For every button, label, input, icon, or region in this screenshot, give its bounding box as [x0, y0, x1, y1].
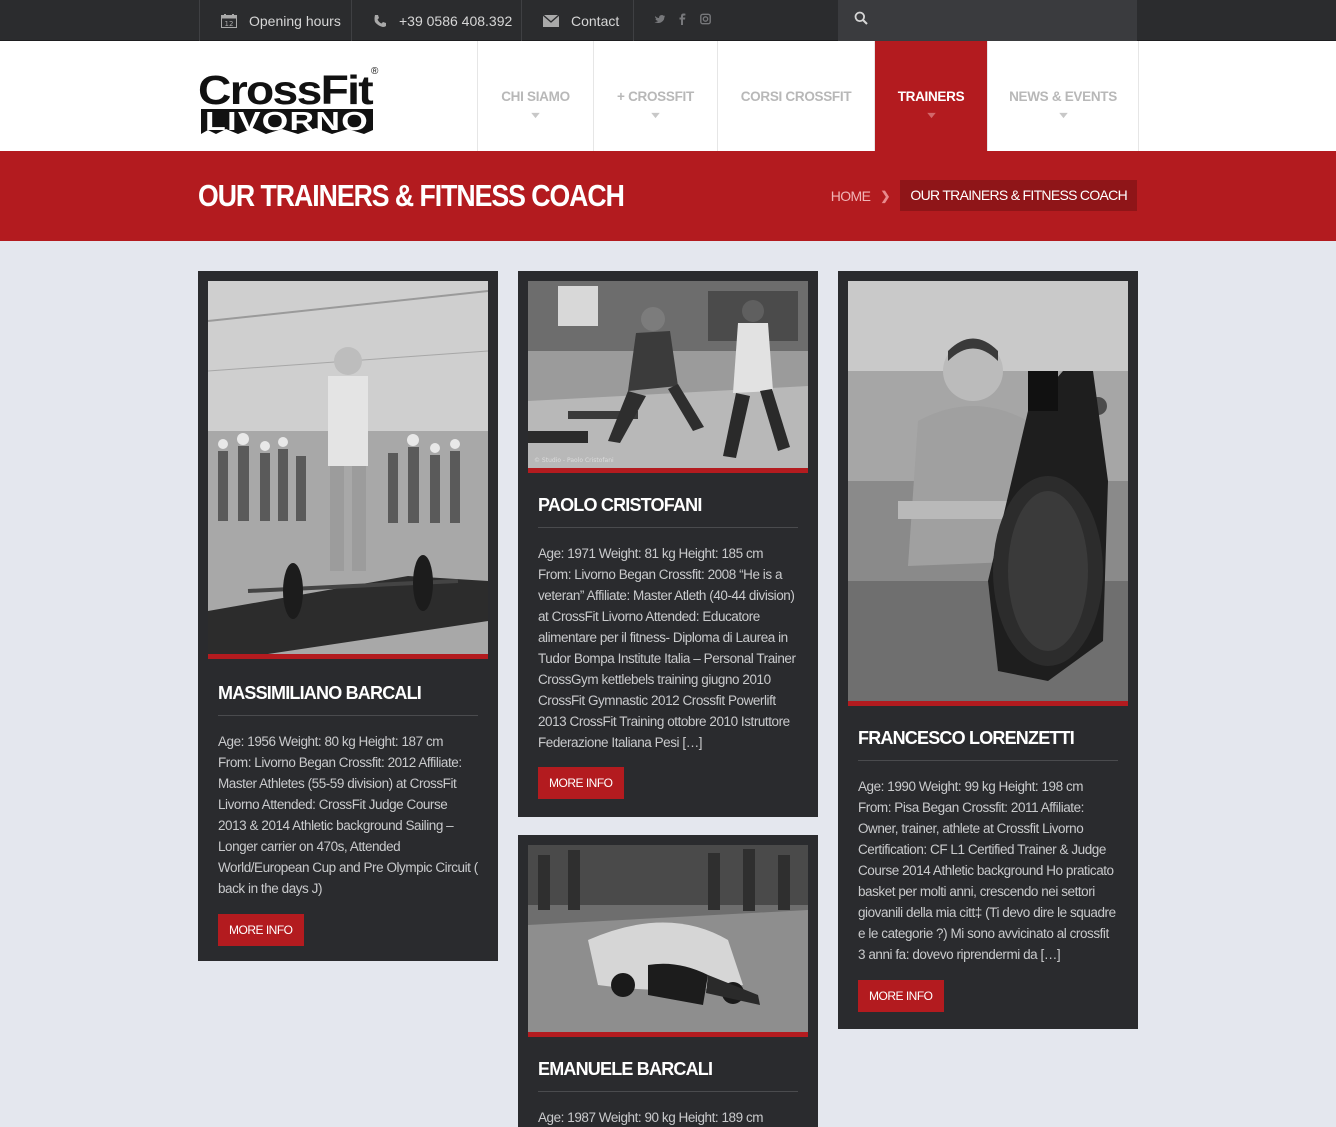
trainer-name[interactable]: FRANCESCO LORENZETTI — [858, 728, 1118, 761]
more-info-button[interactable]: MORE INFO — [218, 914, 304, 946]
nav-item-label: NEWS & EVENTS — [1009, 89, 1117, 104]
trainer-photo[interactable] — [208, 281, 488, 659]
trainer-bio: Age: 1971 Weight: 81 kg Height: 185 cm F… — [538, 546, 796, 750]
nav-item-trainers[interactable]: TRAINERS ▼ — [875, 41, 988, 151]
nav-item-corsi-crossfit[interactable]: CORSI CROSSFIT — [718, 41, 875, 151]
page-title: OUR TRAINERS & FITNESS COACH — [198, 178, 625, 213]
trainer-name[interactable]: MASSIMILIANO BARCALI — [218, 683, 478, 716]
opening-hours-label: Opening hours — [249, 12, 341, 29]
page-title-banner: OUR TRAINERS & FITNESS COACH HOME ❯ OUR … — [0, 151, 1336, 241]
nav-item-crossfit[interactable]: + CROSSFIT ▼ — [594, 41, 718, 151]
site-header: CrossFit ® LIVORNO CHI SIAMO ▼ + CROSSFI… — [0, 41, 1336, 151]
nav-item-label: TRAINERS — [897, 89, 965, 104]
trainer-card: EMANUELE BARCALI Age: 1987 Weight: 90 kg… — [518, 835, 818, 1127]
social-links — [654, 12, 711, 26]
breadcrumb: HOME ❯ OUR TRAINERS & FITNESS COACH — [831, 180, 1137, 211]
phone-icon — [373, 14, 387, 28]
breadcrumb-current: OUR TRAINERS & FITNESS COACH — [900, 180, 1137, 211]
trainer-photo[interactable]: © Studio - Paolo Cristofani — [528, 281, 808, 473]
trainer-bio: Age: 1956 Weight: 80 kg Height: 187 cm F… — [218, 734, 478, 896]
svg-text:12: 12 — [225, 20, 234, 28]
trainer-card: FRANCESCO LORENZETTI Age: 1990 Weight: 9… — [838, 271, 1138, 1029]
trainer-card: MASSIMILIANO BARCALI Age: 1956 Weight: 8… — [198, 271, 498, 961]
chevron-down-icon: ▼ — [924, 110, 938, 120]
phone-number: +39 0586 408.392 — [399, 12, 513, 29]
trainer-card-body: PAOLO CRISTOFANI Age: 1971 Weight: 81 kg… — [528, 495, 808, 799]
more-info-button[interactable]: MORE INFO — [538, 767, 624, 799]
svg-text:®: ® — [371, 66, 379, 77]
top-bar: 12 Opening hours +39 0586 408.392 Contac… — [0, 0, 1336, 41]
trainer-card-body: EMANUELE BARCALI Age: 1987 Weight: 90 kg… — [528, 1059, 808, 1127]
search-box[interactable] — [838, 0, 1137, 41]
trainer-name[interactable]: PAOLO CRISTOFANI — [538, 495, 798, 528]
calendar-icon: 12 — [221, 13, 237, 28]
instagram-icon[interactable] — [700, 12, 711, 26]
main-nav: CHI SIAMO ▼ + CROSSFIT ▼ CORSI CROSSFIT … — [477, 41, 1139, 151]
trainer-card: © Studio - Paolo Cristofani PAOLO CRISTO… — [518, 271, 818, 817]
opening-hours-link[interactable]: 12 Opening hours — [199, 0, 352, 41]
nav-item-chi-siamo[interactable]: CHI SIAMO ▼ — [478, 41, 594, 151]
contact-link[interactable]: Contact — [521, 0, 634, 41]
nav-item-label: + CROSSFIT — [617, 89, 694, 104]
nav-item-news-events[interactable]: NEWS & EVENTS ▼ — [988, 41, 1139, 151]
breadcrumb-home-link[interactable]: HOME — [831, 188, 871, 204]
search-icon[interactable] — [854, 11, 868, 30]
trainer-bio: Age: 1987 Weight: 90 kg Height: 189 cm F… — [538, 1110, 764, 1125]
more-info-button[interactable]: MORE INFO — [858, 980, 944, 1012]
phone-link[interactable]: +39 0586 408.392 — [351, 0, 522, 41]
nav-item-label: CORSI CROSSFIT — [740, 89, 852, 104]
chevron-down-icon: ▼ — [648, 110, 663, 120]
nav-item-label: CHI SIAMO — [501, 89, 570, 104]
trainer-photo[interactable] — [848, 281, 1128, 706]
trainer-card-body: MASSIMILIANO BARCALI Age: 1956 Weight: 8… — [208, 683, 488, 946]
chevron-down-icon: ▼ — [1056, 110, 1070, 120]
trainer-photo[interactable] — [528, 845, 808, 1037]
trainer-bio: Age: 1990 Weight: 99 kg Height: 198 cm F… — [858, 779, 1116, 962]
twitter-icon[interactable] — [654, 12, 665, 26]
mail-icon — [543, 14, 559, 27]
crossfit-livorno-logo[interactable]: CrossFit ® LIVORNO — [198, 66, 381, 136]
trainer-card-body: FRANCESCO LORENZETTI Age: 1990 Weight: 9… — [848, 728, 1128, 1012]
facebook-icon[interactable] — [677, 12, 688, 26]
chevron-down-icon: ▼ — [528, 110, 543, 120]
trainer-name[interactable]: EMANUELE BARCALI — [538, 1059, 798, 1092]
contact-label: Contact — [571, 12, 620, 29]
chevron-right-icon: ❯ — [880, 188, 891, 203]
svg-text:© Studio - Paolo Cristofani: © Studio - Paolo Cristofani — [534, 457, 614, 464]
